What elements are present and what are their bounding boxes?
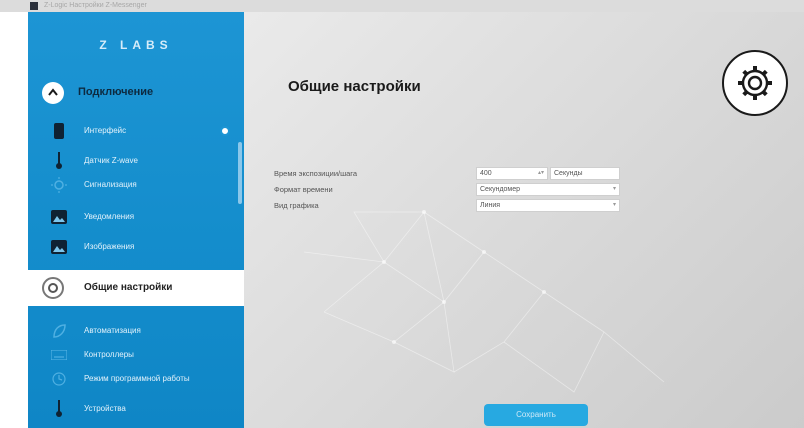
phone-icon: [50, 122, 68, 140]
exposure-value-input[interactable]: 400 ▴▾: [476, 167, 548, 180]
sidebar-item-controllers[interactable]: Контроллеры: [28, 342, 244, 368]
chart-type-value: Линия: [480, 202, 501, 209]
chevron-down-icon: ▾: [612, 186, 616, 192]
chevron-up-icon: [48, 88, 58, 96]
time-format-select[interactable]: Секундомер ▾: [476, 183, 620, 196]
exposure-unit-select[interactable]: Секунды: [550, 167, 620, 180]
sidebar-item-label: Режим программной работы: [84, 374, 190, 383]
interface-toggle[interactable]: [220, 126, 230, 136]
sidebar-item-general-settings[interactable]: Общие настройки: [28, 270, 244, 306]
settings-icon: [42, 277, 64, 299]
window-titlebar: Z-Logic Настройки Z-Messenger: [0, 0, 804, 12]
logo: Z LABS: [99, 38, 173, 52]
sidebar-item-sensor[interactable]: Датчик Z-wave: [28, 148, 244, 174]
exposure-label: Время экспозиции/шага: [274, 169, 358, 178]
sun-icon: [50, 176, 68, 194]
thermometer-icon: [50, 152, 68, 170]
sidebar-item-images[interactable]: Изображения: [28, 234, 244, 260]
gear-icon: [738, 66, 772, 100]
sidebar-item-notifications[interactable]: Уведомления: [28, 204, 244, 230]
exposure-row: Время экспозиции/шага 400 ▴▾ Секунды: [274, 166, 634, 182]
exposure-value: 400: [480, 170, 492, 177]
leaf-icon: [50, 322, 68, 340]
chart-type-label: Вид графика: [274, 201, 319, 210]
image-icon: [50, 208, 68, 226]
settings-badge: [722, 50, 788, 116]
chevron-down-icon: ▾: [612, 202, 616, 208]
time-format-value: Секундомер: [480, 186, 521, 193]
sidebar-item-automation[interactable]: Автоматизация: [28, 318, 244, 344]
sidebar-item-label: Сигнализация: [84, 180, 137, 189]
save-button[interactable]: Сохранить: [484, 404, 588, 426]
sidebar-item-label: Уведомления: [84, 212, 135, 221]
image-icon: [50, 238, 68, 256]
app-icon: [30, 2, 38, 10]
sidebar-item-interface[interactable]: Интерфейс: [28, 118, 244, 144]
sidebar-item-label: Контроллеры: [84, 350, 134, 359]
connect-label[interactable]: Подключение: [78, 86, 153, 98]
time-format-label: Формат времени: [274, 185, 333, 194]
exposure-unit: Секунды: [554, 170, 583, 177]
sidebar-item-label: Датчик Z-wave: [84, 156, 138, 165]
sidebar-item-label: Автоматизация: [84, 326, 141, 335]
clock-icon: [50, 370, 68, 388]
window-title: Z-Logic Настройки Z-Messenger: [44, 2, 147, 9]
sidebar-item-program-mode[interactable]: Режим программной работы: [28, 366, 244, 392]
keyboard-icon: [50, 346, 68, 364]
sidebar-item-alarm[interactable]: Сигнализация: [28, 172, 244, 198]
thermometer-icon: [50, 400, 68, 418]
time-format-row: Формат времени Секундомер ▾: [274, 182, 634, 198]
chart-type-row: Вид графика Линия ▾: [274, 198, 634, 214]
sidebar-item-label: Устройства: [84, 404, 126, 413]
chart-type-select[interactable]: Линия ▾: [476, 199, 620, 212]
connect-button[interactable]: [42, 82, 64, 104]
sidebar-item-devices[interactable]: Устройства: [28, 396, 244, 422]
main-panel: Общие настройки Время экспозиции/шага 40…: [244, 12, 804, 428]
sidebar-item-label: Изображения: [84, 242, 135, 251]
sidebar-item-label: Общие настройки: [84, 282, 173, 293]
sidebar: Z LABS Подключение Интерфейс Датчик Z-wa…: [28, 12, 244, 428]
sidebar-item-label: Интерфейс: [84, 126, 127, 135]
page-title: Общие настройки: [288, 78, 421, 95]
spinner-icon[interactable]: ▴▾: [538, 168, 544, 179]
background-network-graphic: [303, 210, 665, 393]
